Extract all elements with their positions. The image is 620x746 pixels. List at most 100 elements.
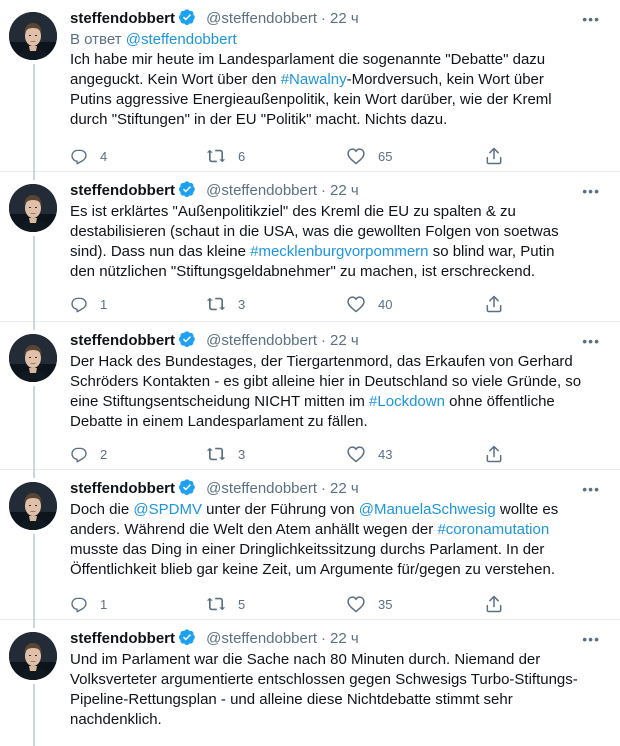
tweet[interactable]: steffendobbert @steffendobbert · 22 ч ••• … <box>0 620 620 746</box>
avatar-icon <box>9 12 57 60</box>
text-line: Schröders Kontakten - es gibt alleine hi… <box>70 373 582 390</box>
like-button[interactable]: 35 <box>346 593 392 615</box>
separator-dot: · <box>321 630 327 647</box>
comment-icon <box>70 295 88 313</box>
tweet-thread: steffendobbert @steffendobbert · 22 ч ••• … <box>0 0 620 746</box>
hashtag-link[interactable]: #Nawalny <box>281 71 347 88</box>
like-button[interactable]: 65 <box>346 145 392 167</box>
tweet[interactable]: steffendobbert @steffendobbert · 22 ч ••• … <box>0 0 620 172</box>
like-count: 35 <box>378 596 393 612</box>
retweet-icon <box>206 146 226 166</box>
hashtag-link[interactable]: #Lockdown <box>369 393 445 410</box>
text-fragment: unter der Führung von <box>201 501 359 518</box>
author-handle[interactable]: @steffendobbert <box>206 480 317 497</box>
avatar[interactable] <box>9 482 57 530</box>
like-button[interactable]: 40 <box>346 293 392 315</box>
retweet-button[interactable]: 5 <box>206 593 245 615</box>
thread-line <box>33 236 35 322</box>
tweet[interactable]: steffendobbert @steffendobbert · 22 ч ••• … <box>0 172 620 322</box>
share-icon <box>484 444 504 464</box>
timestamp[interactable]: 22 ч <box>330 10 359 27</box>
avatar[interactable] <box>9 334 57 382</box>
text-fragment: eine Stiftungsentscheidung NICHT mitten … <box>70 393 370 410</box>
author-handle[interactable]: @steffendobbert <box>206 630 317 647</box>
author-handle[interactable]: @steffendobbert <box>206 332 317 349</box>
thread-line <box>33 534 35 620</box>
text-line: Öffentlichkeit blieb gar keine Zeit, um … <box>70 561 555 578</box>
share-button[interactable] <box>484 293 516 315</box>
avatar[interactable] <box>9 184 57 232</box>
author-name[interactable]: steffendobbert <box>70 182 175 199</box>
text-line: Und im Parlament war die Sache nach 80 M… <box>70 651 541 668</box>
text-fragment: ohne öffentliche <box>444 393 555 410</box>
author-name[interactable]: steffendobbert <box>70 480 175 497</box>
share-icon <box>484 594 504 614</box>
author-name[interactable]: steffendobbert <box>70 332 175 349</box>
reply-to-link[interactable]: @steffendobbert <box>126 31 237 48</box>
author-name[interactable]: steffendobbert <box>70 630 175 647</box>
tweet[interactable]: steffendobbert @steffendobbert · 22 ч ••• … <box>0 322 620 470</box>
text-fragment: wollte es <box>495 501 559 518</box>
tweet-text: Ich habe mir heute im Landesparlament di… <box>70 50 600 130</box>
retweet-count: 6 <box>238 148 246 164</box>
text-fragment: anders. Während die Welt den Atem anhäll… <box>70 521 438 538</box>
retweet-icon <box>206 594 226 614</box>
more-icon[interactable]: ••• <box>582 8 600 30</box>
reply-button[interactable]: 2 <box>70 443 107 465</box>
text-line: destabilisieren (schaut in die USA, was … <box>70 223 559 240</box>
share-button[interactable] <box>484 443 516 465</box>
thread-line <box>33 620 35 628</box>
avatar[interactable] <box>9 632 57 680</box>
retweet-button[interactable]: 6 <box>206 145 245 167</box>
text-fragment: so blind war, Putin <box>428 243 555 260</box>
text-line: den nützlichen "Stiftungsgeldabnehmer" z… <box>70 263 536 280</box>
action-bar: 2 3 43 <box>70 443 510 465</box>
separator-dot: · <box>321 480 327 497</box>
timestamp[interactable]: 22 ч <box>330 630 359 647</box>
thread-line <box>33 684 35 746</box>
retweet-count: 3 <box>238 296 246 312</box>
avatar[interactable] <box>9 12 57 60</box>
retweet-button[interactable]: 3 <box>206 293 245 315</box>
author-handle[interactable]: @steffendobbert <box>206 182 317 199</box>
reply-context: В ответ @steffendobbert <box>70 30 600 50</box>
share-button[interactable] <box>484 593 516 615</box>
reply-button[interactable]: 1 <box>70 593 107 615</box>
retweet-count: 3 <box>238 446 246 462</box>
heart-icon <box>346 594 366 614</box>
retweet-count: 5 <box>238 596 246 612</box>
heart-icon <box>346 294 366 314</box>
more-icon[interactable]: ••• <box>582 180 600 202</box>
text-line: Debatte in einem Landesparlament zu fäll… <box>70 413 368 430</box>
separator-dot: · <box>321 182 327 199</box>
text-fragment: Doch die <box>70 501 134 518</box>
avatar-icon <box>9 184 57 232</box>
thread-line <box>33 470 35 478</box>
text-line: Es ist erklärtes "Außenpolitikziel" des … <box>70 203 516 220</box>
share-button[interactable] <box>484 145 516 167</box>
tweet-text: Und im Parlament war die Sache nach 80 M… <box>70 650 600 730</box>
retweet-button[interactable]: 3 <box>206 443 245 465</box>
like-button[interactable]: 43 <box>346 443 392 465</box>
like-count: 65 <box>378 148 393 164</box>
more-icon[interactable]: ••• <box>582 478 600 500</box>
reply-count: 4 <box>100 148 108 164</box>
text-line: Der Hack des Bundestages, der Tiergarten… <box>70 353 573 370</box>
reply-button[interactable]: 4 <box>70 145 107 167</box>
share-icon <box>484 146 504 166</box>
timestamp[interactable]: 22 ч <box>330 182 359 199</box>
author-handle[interactable]: @steffendobbert <box>206 10 317 27</box>
hashtag-link[interactable]: #mecklenburgvorpommern <box>250 243 428 260</box>
heart-icon <box>346 444 366 464</box>
mention-link[interactable]: @SPDMV <box>133 501 202 518</box>
reply-button[interactable]: 1 <box>70 293 107 315</box>
timestamp[interactable]: 22 ч <box>330 332 359 349</box>
tweet[interactable]: steffendobbert @steffendobbert · 22 ч ••• … <box>0 470 620 620</box>
more-icon[interactable]: ••• <box>582 330 600 352</box>
text-line: nachdenklich. <box>70 711 162 728</box>
timestamp[interactable]: 22 ч <box>330 480 359 497</box>
more-icon[interactable]: ••• <box>582 628 600 650</box>
author-name[interactable]: steffendobbert <box>70 10 175 27</box>
mention-link[interactable]: @ManuelaSchwesig <box>359 501 496 518</box>
hashtag-link[interactable]: #coronamutation <box>437 521 549 538</box>
